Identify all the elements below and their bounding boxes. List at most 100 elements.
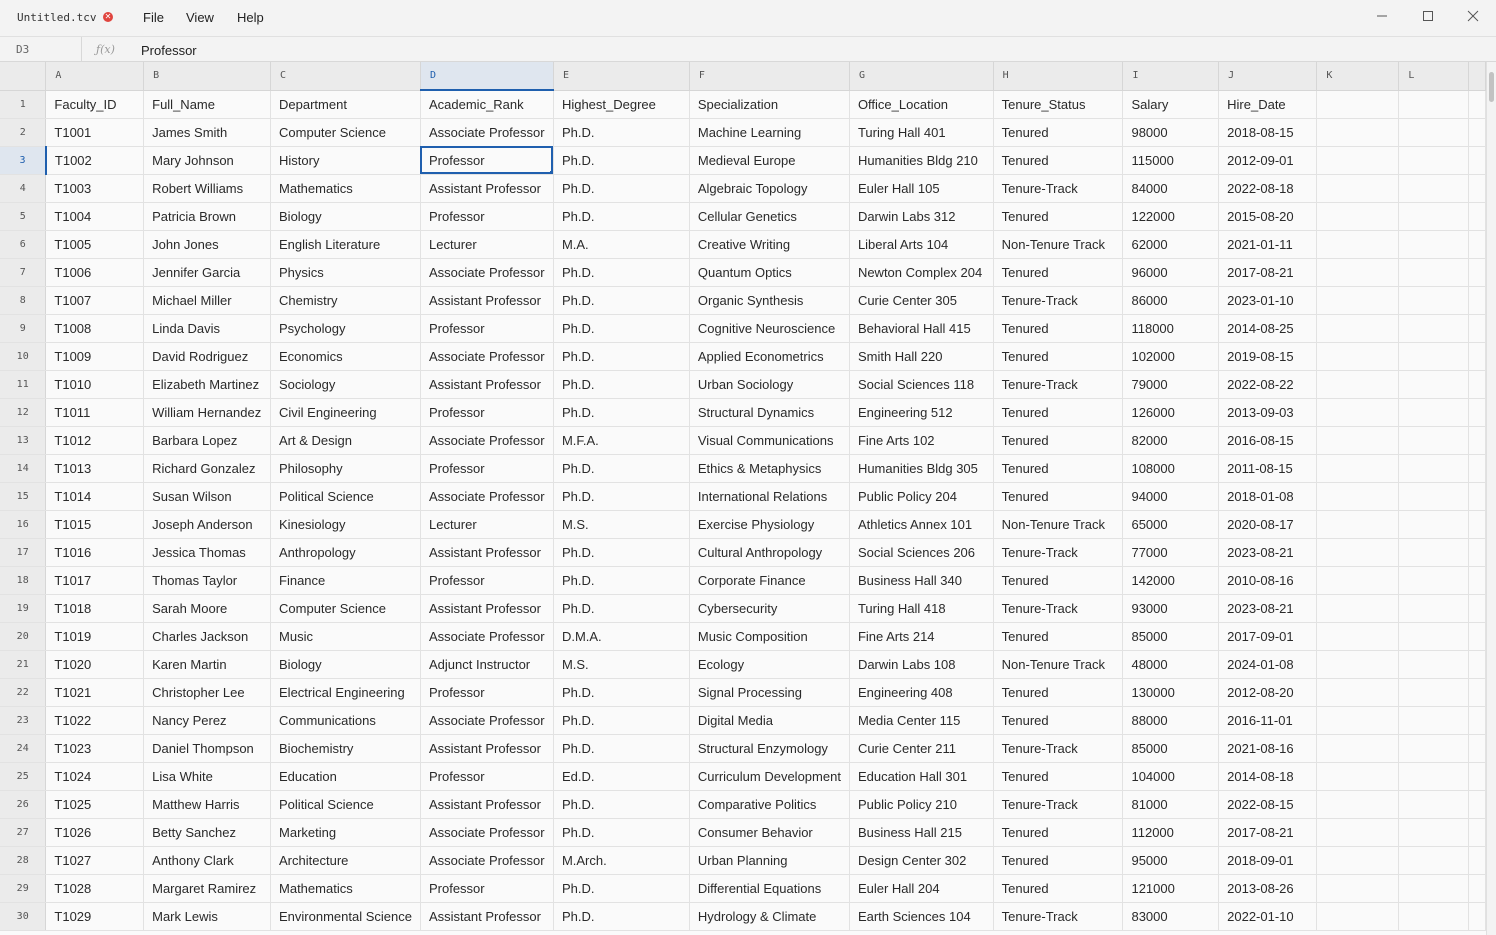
column-header-j[interactable]: J	[1218, 62, 1318, 91]
cell-b30[interactable]: Mark Lewis	[143, 902, 272, 931]
cell-j1[interactable]: Hire_Date	[1218, 90, 1318, 119]
cell-c2[interactable]: Computer Science	[270, 118, 421, 147]
row-header[interactable]: 24	[0, 734, 47, 763]
cell-b14[interactable]: Richard Gonzalez	[143, 454, 272, 483]
cell-f20[interactable]: Music Composition	[689, 622, 850, 651]
cell-i18[interactable]: 142000	[1122, 566, 1220, 595]
cell-m18[interactable]	[1468, 566, 1486, 595]
cell-j25[interactable]: 2014-08-18	[1218, 762, 1318, 791]
cell-a24[interactable]: T1023	[45, 734, 145, 763]
cell-a9[interactable]: T1008	[45, 314, 145, 343]
cell-i23[interactable]: 88000	[1122, 706, 1220, 735]
cell-c24[interactable]: Biochemistry	[270, 734, 421, 763]
cell-c20[interactable]: Music	[270, 622, 421, 651]
cell-l24[interactable]	[1398, 734, 1469, 763]
cell-m6[interactable]	[1468, 230, 1486, 259]
cell-e19[interactable]: Ph.D.	[553, 594, 690, 623]
cell-e20[interactable]: D.M.A.	[553, 622, 690, 651]
column-header-i[interactable]: I	[1122, 62, 1220, 91]
cell-f8[interactable]: Organic Synthesis	[689, 286, 850, 315]
cell-c28[interactable]: Architecture	[270, 846, 421, 875]
cell-l12[interactable]	[1398, 398, 1469, 427]
cell-j12[interactable]: 2013-09-03	[1218, 398, 1318, 427]
cell-g5[interactable]: Darwin Labs 312	[849, 202, 994, 231]
cell-c13[interactable]: Art & Design	[270, 426, 421, 455]
cell-h24[interactable]: Tenure-Track	[993, 734, 1124, 763]
cell-j27[interactable]: 2017-08-21	[1218, 818, 1318, 847]
cell-a17[interactable]: T1016	[45, 538, 145, 567]
menu-file[interactable]: File	[143, 10, 164, 25]
cell-j21[interactable]: 2024-01-08	[1218, 650, 1318, 679]
cell-d14[interactable]: Professor	[420, 454, 554, 483]
cell-c27[interactable]: Marketing	[270, 818, 421, 847]
cell-m12[interactable]	[1468, 398, 1486, 427]
cell-m15[interactable]	[1468, 482, 1486, 511]
cell-m26[interactable]	[1468, 790, 1486, 819]
cell-j14[interactable]: 2011-08-15	[1218, 454, 1318, 483]
cell-f6[interactable]: Creative Writing	[689, 230, 850, 259]
scrollbar-thumb[interactable]	[1489, 72, 1494, 102]
cell-m3[interactable]	[1468, 146, 1486, 175]
cell-i9[interactable]: 118000	[1122, 314, 1220, 343]
cell-m1[interactable]	[1468, 90, 1486, 119]
cell-a27[interactable]: T1026	[45, 818, 145, 847]
cell-b7[interactable]: Jennifer Garcia	[143, 258, 272, 287]
cell-g30[interactable]: Earth Sciences 104	[849, 902, 994, 931]
cell-d18[interactable]: Professor	[420, 566, 554, 595]
cell-k4[interactable]	[1316, 174, 1400, 203]
row-header[interactable]: 22	[0, 678, 47, 707]
menu-help[interactable]: Help	[237, 10, 264, 25]
cell-a2[interactable]: T1001	[45, 118, 145, 147]
cell-c25[interactable]: Education	[270, 762, 421, 791]
column-header-c[interactable]: C	[270, 62, 421, 91]
cell-j15[interactable]: 2018-01-08	[1218, 482, 1318, 511]
cell-j13[interactable]: 2016-08-15	[1218, 426, 1318, 455]
cell-d23[interactable]: Associate Professor	[420, 706, 554, 735]
cell-f30[interactable]: Hydrology & Climate	[689, 902, 850, 931]
cell-e25[interactable]: Ed.D.	[553, 762, 690, 791]
cell-d24[interactable]: Assistant Professor	[420, 734, 554, 763]
cell-d20[interactable]: Associate Professor	[420, 622, 554, 651]
column-header-h[interactable]: H	[993, 62, 1124, 91]
cell-h6[interactable]: Non-Tenure Track	[993, 230, 1124, 259]
cell-i5[interactable]: 122000	[1122, 202, 1220, 231]
cell-j10[interactable]: 2019-08-15	[1218, 342, 1318, 371]
cell-j6[interactable]: 2021-01-11	[1218, 230, 1318, 259]
cell-d8[interactable]: Assistant Professor	[420, 286, 554, 315]
cell-d15[interactable]: Associate Professor	[420, 482, 554, 511]
cell-e24[interactable]: Ph.D.	[553, 734, 690, 763]
cell-i11[interactable]: 79000	[1122, 370, 1220, 399]
cell-f24[interactable]: Structural Enzymology	[689, 734, 850, 763]
cell-f21[interactable]: Ecology	[689, 650, 850, 679]
cell-c14[interactable]: Philosophy	[270, 454, 421, 483]
cell-h2[interactable]: Tenured	[993, 118, 1124, 147]
cell-f22[interactable]: Signal Processing	[689, 678, 850, 707]
cell-g16[interactable]: Athletics Annex 101	[849, 510, 994, 539]
cell-a7[interactable]: T1006	[45, 258, 145, 287]
cell-k15[interactable]	[1316, 482, 1400, 511]
cell-k29[interactable]	[1316, 874, 1400, 903]
cell-m16[interactable]	[1468, 510, 1486, 539]
cell-l23[interactable]	[1398, 706, 1469, 735]
cell-e6[interactable]: M.A.	[553, 230, 690, 259]
cell-c16[interactable]: Kinesiology	[270, 510, 421, 539]
cell-i21[interactable]: 48000	[1122, 650, 1220, 679]
column-header-b[interactable]: B	[143, 62, 272, 91]
cell-a6[interactable]: T1005	[45, 230, 145, 259]
cell-a30[interactable]: T1029	[45, 902, 145, 931]
row-header[interactable]: 15	[0, 482, 47, 511]
cell-a13[interactable]: T1012	[45, 426, 145, 455]
cell-g14[interactable]: Humanities Bldg 305	[849, 454, 994, 483]
cell-h15[interactable]: Tenured	[993, 482, 1124, 511]
cell-k26[interactable]	[1316, 790, 1400, 819]
cell-g1[interactable]: Office_Location	[849, 90, 994, 119]
cell-reference-box[interactable]: D3	[0, 37, 82, 62]
cell-e8[interactable]: Ph.D.	[553, 286, 690, 315]
cell-k10[interactable]	[1316, 342, 1400, 371]
row-header[interactable]: 26	[0, 790, 47, 819]
cell-a11[interactable]: T1010	[45, 370, 145, 399]
cell-i7[interactable]: 96000	[1122, 258, 1220, 287]
cell-i2[interactable]: 98000	[1122, 118, 1220, 147]
cell-h12[interactable]: Tenured	[993, 398, 1124, 427]
cell-d10[interactable]: Associate Professor	[420, 342, 554, 371]
